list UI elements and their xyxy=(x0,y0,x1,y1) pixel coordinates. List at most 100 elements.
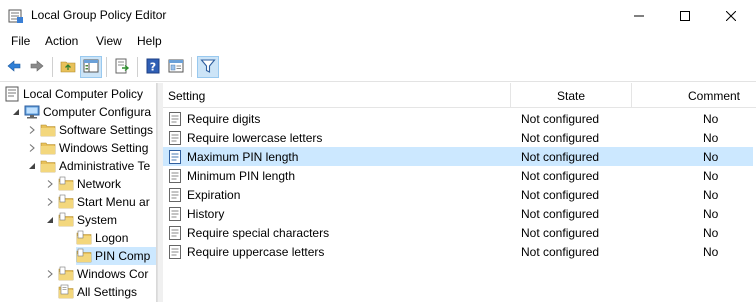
state-cell: Not configured xyxy=(521,111,600,126)
menu-file[interactable]: File xyxy=(11,34,30,48)
list-header: Setting State Comment xyxy=(163,83,756,108)
tree-item-label: Network xyxy=(77,177,122,191)
folder-up-icon xyxy=(60,58,76,77)
menu-action[interactable]: Action xyxy=(45,34,78,48)
folder-icon xyxy=(40,158,56,174)
chevron-right-icon[interactable] xyxy=(44,193,56,211)
state-cell: Not configured xyxy=(521,168,600,183)
tree-item-label: All Settings xyxy=(77,285,138,299)
tree-item-logon[interactable]: Logon xyxy=(76,229,128,247)
back-button[interactable] xyxy=(3,56,25,78)
chevron-down-icon[interactable] xyxy=(44,211,56,229)
setting-name: Require uppercase letters xyxy=(187,244,325,259)
filter-icon xyxy=(200,58,216,77)
folder-icon xyxy=(40,140,56,156)
setting-cell: Maximum PIN length xyxy=(168,147,298,166)
export-list-button[interactable] xyxy=(111,56,133,78)
filter-button[interactable] xyxy=(197,56,219,78)
setting-cell: Require digits xyxy=(168,109,260,128)
properties-button[interactable] xyxy=(165,56,187,78)
chevron-right-icon[interactable] xyxy=(44,265,56,283)
tree-item-software-settings[interactable]: Software Settings xyxy=(26,121,153,139)
setting-name: Minimum PIN length xyxy=(187,168,296,183)
setting-name: History xyxy=(187,206,225,221)
comment-cell: No xyxy=(703,111,719,126)
table-row[interactable]: Require digits Not configured No xyxy=(163,109,753,128)
setting-name: Maximum PIN length xyxy=(187,149,299,164)
comment-cell: No xyxy=(703,244,719,259)
tree-item-label: Start Menu ar xyxy=(77,195,150,209)
policy-folder-icon xyxy=(76,230,92,246)
comment-cell: No xyxy=(703,225,719,240)
policy-setting-icon xyxy=(168,149,182,164)
tree-item-label: Local Computer Policy xyxy=(23,87,144,101)
chevron-down-icon[interactable] xyxy=(10,103,22,121)
policy-setting-icon xyxy=(168,111,182,126)
comment-cell: No xyxy=(703,130,719,145)
show-hide-tree-button[interactable] xyxy=(80,56,102,78)
menu-view[interactable]: View xyxy=(96,34,122,48)
toolbar-separator xyxy=(191,57,192,77)
tree-item-label: Windows Cor xyxy=(77,267,149,281)
column-header-setting[interactable]: Setting xyxy=(163,83,511,108)
tree-item-network[interactable]: Network xyxy=(44,175,121,193)
setting-cell: Require uppercase letters xyxy=(168,242,324,261)
setting-cell: Expiration xyxy=(168,185,240,204)
table-row[interactable]: Require lowercase letters Not configured… xyxy=(163,128,753,147)
toolbar-separator xyxy=(106,57,107,77)
navigation-tree: Local Computer Policy Computer Configura… xyxy=(0,83,157,302)
maximize-button[interactable] xyxy=(662,0,708,31)
close-button[interactable] xyxy=(708,0,754,31)
comment-cell: No xyxy=(703,206,719,221)
properties-icon xyxy=(168,58,184,77)
chevron-right-icon[interactable] xyxy=(44,175,56,193)
tree-item-administrative-templates[interactable]: Administrative Te xyxy=(26,157,150,175)
table-row[interactable]: Expiration Not configured No xyxy=(163,185,753,204)
comment-cell: No xyxy=(703,149,719,164)
forward-button[interactable] xyxy=(26,56,48,78)
tree-item-pin-complexity[interactable]: PIN Comp xyxy=(76,247,156,265)
tree-item-label: Logon xyxy=(95,231,129,245)
chevron-right-icon[interactable] xyxy=(26,121,38,139)
policy-setting-icon xyxy=(168,130,182,145)
title-bar: Local Group Policy Editor xyxy=(0,0,756,31)
table-row[interactable]: Require uppercase letters Not configured… xyxy=(163,242,753,261)
tree-item-windows-settings[interactable]: Windows Setting xyxy=(26,139,148,157)
tree-item-windows-components[interactable]: Windows Cor xyxy=(44,265,148,283)
chevron-right-icon[interactable] xyxy=(26,139,38,157)
chevron-down-icon[interactable] xyxy=(26,157,38,175)
toolbar-separator xyxy=(137,57,138,77)
column-header-state[interactable]: State xyxy=(511,83,632,108)
state-cell: Not configured xyxy=(521,149,600,164)
tree-item-system[interactable]: System xyxy=(44,211,117,229)
computer-icon xyxy=(24,104,40,120)
table-row-selected[interactable]: Maximum PIN length Not configured No xyxy=(163,147,753,166)
tree-item-label: Windows Setting xyxy=(59,141,149,155)
policy-folder-icon xyxy=(58,194,74,210)
menu-help[interactable]: Help xyxy=(137,34,162,48)
tree-item-start-menu[interactable]: Start Menu ar xyxy=(44,193,150,211)
table-row[interactable]: History Not configured No xyxy=(163,204,753,223)
minimize-button[interactable] xyxy=(616,0,662,31)
policy-setting-icon xyxy=(168,187,182,202)
state-cell: Not configured xyxy=(521,187,600,202)
tree-item-computer-configuration[interactable]: Computer Configura xyxy=(10,103,151,121)
tree-item-local-computer-policy[interactable]: Local Computer Policy xyxy=(4,85,143,103)
help-button[interactable]: ? xyxy=(142,56,164,78)
policy-setting-icon xyxy=(168,206,182,221)
show-hide-tree-icon xyxy=(83,58,99,77)
setting-cell: History xyxy=(168,204,224,223)
menu-bar: File Action View Help xyxy=(0,31,756,52)
policy-folder-icon xyxy=(58,212,74,228)
column-header-comment[interactable]: Comment xyxy=(632,83,756,108)
state-cell: Not configured xyxy=(521,225,600,240)
up-one-level-button[interactable] xyxy=(57,56,79,78)
table-row[interactable]: Require special characters Not configure… xyxy=(163,223,753,242)
toolbar: ? xyxy=(0,52,756,82)
comment-cell: No xyxy=(703,168,719,183)
comment-cell: No xyxy=(703,187,719,202)
table-row[interactable]: Minimum PIN length Not configured No xyxy=(163,166,753,185)
policy-folder-icon xyxy=(58,176,74,192)
tree-item-label: PIN Comp xyxy=(95,249,151,263)
tree-item-all-settings[interactable]: All Settings xyxy=(58,283,137,301)
